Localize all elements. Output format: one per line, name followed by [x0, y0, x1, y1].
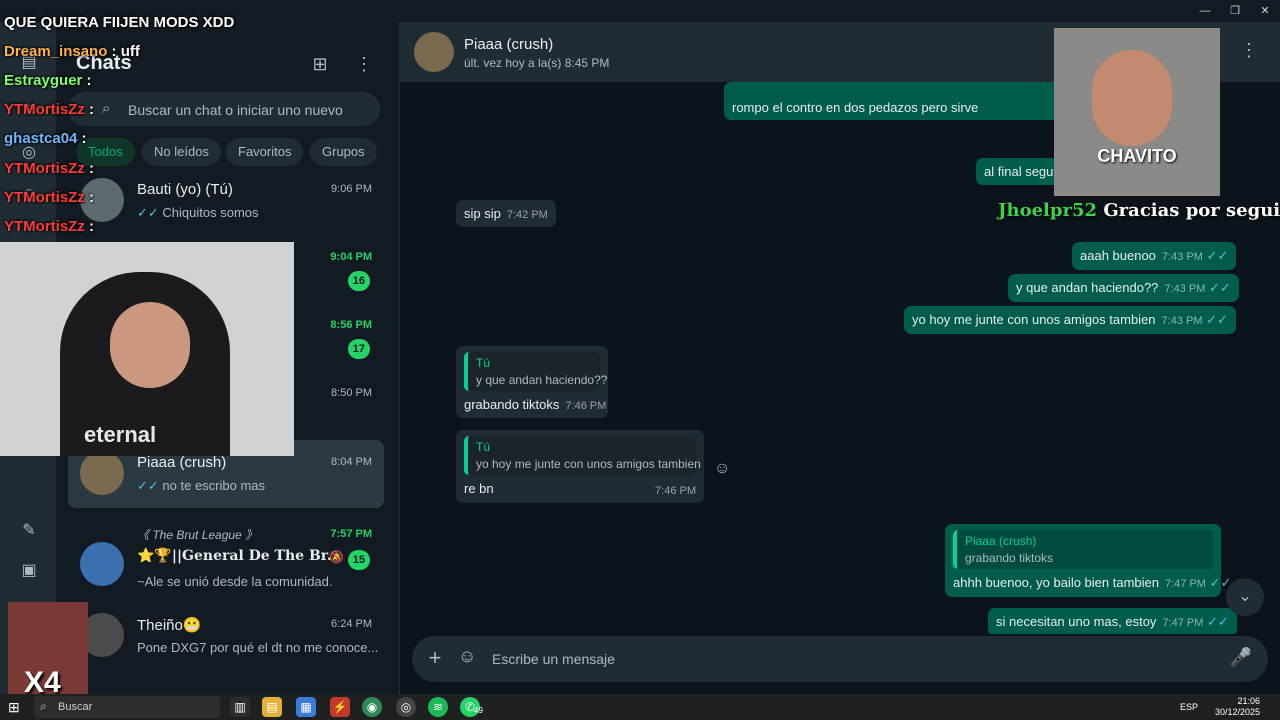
read-ticks-icon: ✓✓	[1206, 312, 1228, 327]
maximize-button[interactable]: ❐	[1220, 3, 1250, 19]
chat-time: 9:04 PM	[330, 251, 372, 263]
message-bubble[interactable]: sip sip 7:42 PM	[456, 200, 556, 227]
overlay-chat-line: QUE QUIERA FIIJEN MODS XDD	[4, 14, 235, 31]
read-ticks-icon: ✓✓	[137, 478, 159, 493]
chat-preview: ~Ale se unió desde la comunidad.	[137, 574, 333, 589]
chat-preview: ✓✓ no te escribo mas	[137, 478, 266, 493]
chat-menu-icon[interactable]: ⋮	[1240, 40, 1258, 61]
chrome-icon[interactable]: ◉	[362, 697, 382, 717]
message-bubble[interactable]: al final segu	[976, 158, 1066, 185]
message-bubble[interactable]: y que andan haciendo?? 7:43 PM ✓✓	[1008, 274, 1239, 302]
unread-badge: 16	[347, 271, 370, 291]
microphone-icon[interactable]: 🎤	[1230, 647, 1252, 668]
muted-icon: 🔕	[329, 550, 344, 564]
unread-badge: 17	[347, 339, 370, 359]
menu-icon[interactable]: ⋮	[352, 52, 376, 76]
chat-row-brut-league[interactable]: 《 The Brut League 》 ⭐🏆||General De The B…	[68, 520, 384, 600]
overlay-chat-line: YTMortisZz :	[4, 160, 95, 177]
task-view-icon[interactable]: ▥	[230, 697, 250, 717]
chat-name: Theiño😬	[137, 617, 202, 634]
chat-preview: Pone DXG7 por qué el dt no me conoce...	[137, 640, 379, 655]
streamer-webcam: eternal	[0, 242, 294, 456]
windows-taskbar: ⊞ ⌕ Buscar ▥ ▤ ▦ ⚡ ◉ ◎ ≋ ✆ 49 ESP 21:06 …	[0, 694, 1280, 720]
chat-name: Piaaa (crush)	[137, 454, 227, 471]
read-ticks-icon: ✓✓	[1209, 280, 1231, 295]
starred-messages-icon[interactable]: ✎	[18, 520, 40, 542]
overlay-chat-line: ghastca04 :	[4, 130, 87, 147]
react-emoji-icon[interactable]: ☺	[714, 460, 730, 478]
message-input[interactable]: Escribe un mensaje	[492, 651, 615, 667]
chat-time: 8:50 PM	[331, 387, 372, 399]
last-seen-status: últ. vez hoy a la(s) 8:45 PM	[464, 56, 610, 70]
taskbar-search[interactable]: ⌕ Buscar	[34, 696, 220, 718]
app-icon[interactable]: ⚡	[330, 697, 350, 717]
chat-time: 9:06 PM	[331, 183, 372, 195]
clock[interactable]: 21:06 30/12/2025	[1215, 696, 1260, 718]
chat-time: 8:04 PM	[331, 456, 372, 468]
quoted-message[interactable]: Piaaa (crush) grabando tiktoks	[953, 530, 1213, 569]
screen: — ❐ ✕ ▤ ○ ◎ ⚇ ✎ ▣ Chats ⊞ ⋮ ⌕ Buscar un …	[0, 0, 1280, 720]
message-bubble[interactable]: Tú y que andan haciendo?? grabando tikto…	[456, 346, 608, 418]
stream-chat-overlay: QUE QUIERA FIIJEN MODS XDD Dream_insano …	[0, 0, 290, 240]
overlay-chat-line: YTMortisZz :	[4, 189, 95, 206]
message-bubble[interactable]: aaah buenoo 7:43 PM ✓✓	[1072, 242, 1237, 270]
overlay-chat-line: YTMortisZz :	[4, 218, 95, 235]
avatar	[80, 451, 124, 495]
whatsapp-badge: 49	[474, 706, 483, 715]
contact-avatar[interactable]	[414, 32, 454, 72]
chavito-label: CHAVITO	[1097, 146, 1177, 166]
message-bubble[interactable]: yo hoy me junte con unos amigos tambien 7…	[904, 306, 1236, 334]
obs-icon[interactable]: ◎	[396, 697, 416, 717]
chat-name: ⭐🏆||General De The Br...	[137, 548, 342, 564]
chat-time: 7:57 PM	[330, 528, 372, 540]
minimize-button[interactable]: —	[1190, 3, 1220, 19]
message-bubble[interactable]: si necesitan uno mas, estoy 7:47 PM ✓✓	[988, 608, 1237, 634]
scroll-down-button[interactable]: ⌄	[1226, 578, 1264, 616]
language-indicator[interactable]: ESP	[1180, 702, 1198, 712]
message-bubble[interactable]: rompo el contro en dos pedazos pero sirv…	[724, 82, 1064, 120]
quoted-message[interactable]: Tú y que andan haciendo??	[464, 352, 607, 391]
filter-groups[interactable]: Grupos	[310, 138, 377, 166]
overlay-chat-line: Estrayguer :	[4, 72, 92, 89]
emoji-icon[interactable]: ☺	[458, 646, 476, 667]
close-button[interactable]: ✕	[1250, 3, 1280, 19]
follow-alert: Jhoelpr52 Gracias por seguirme!!	[998, 200, 1280, 221]
new-chat-icon[interactable]: ⊞	[308, 52, 332, 76]
search-icon: ⌕	[40, 699, 47, 713]
notepad-icon[interactable]: ▦	[296, 697, 316, 717]
quoted-message[interactable]: Tú yo hoy me junte con unos amigos tambi…	[464, 436, 701, 475]
unread-badge: 15	[347, 550, 370, 570]
chat-row-theino[interactable]: Theiño😬 Pone DXG7 por qué el dt no me co…	[68, 602, 384, 670]
spotify-icon[interactable]: ≋	[428, 697, 448, 717]
message-composer[interactable]: + ☺ Escribe un mensaje 🎤	[412, 636, 1268, 682]
chavito-overlay-image: CHAVITO	[1054, 28, 1220, 196]
shirt-print: eternal	[84, 422, 157, 447]
attach-icon[interactable]: +	[424, 646, 446, 670]
chat-time: 8:56 PM	[330, 319, 372, 331]
chat-time: 6:24 PM	[331, 618, 372, 630]
start-icon[interactable]: ⊞	[8, 699, 20, 716]
read-ticks-icon: ✓✓	[1206, 248, 1229, 263]
file-explorer-icon[interactable]: ▤	[262, 697, 282, 717]
media-icon[interactable]: ▣	[18, 560, 40, 582]
contact-name[interactable]: Piaaa (crush)	[464, 36, 553, 53]
community-name: 《 The Brut League 》	[137, 528, 258, 542]
read-ticks-icon: ✓✓	[1207, 614, 1229, 629]
overlay-chat-line: Dream_insano : uff	[4, 43, 140, 60]
avatar	[80, 542, 124, 586]
overlay-chat-line: YTMortisZz :	[4, 101, 95, 118]
message-bubble[interactable]: Piaaa (crush) grabando tiktoks ahhh buen…	[945, 524, 1231, 597]
message-bubble[interactable]: Tú yo hoy me junte con unos amigos tambi…	[456, 430, 704, 503]
